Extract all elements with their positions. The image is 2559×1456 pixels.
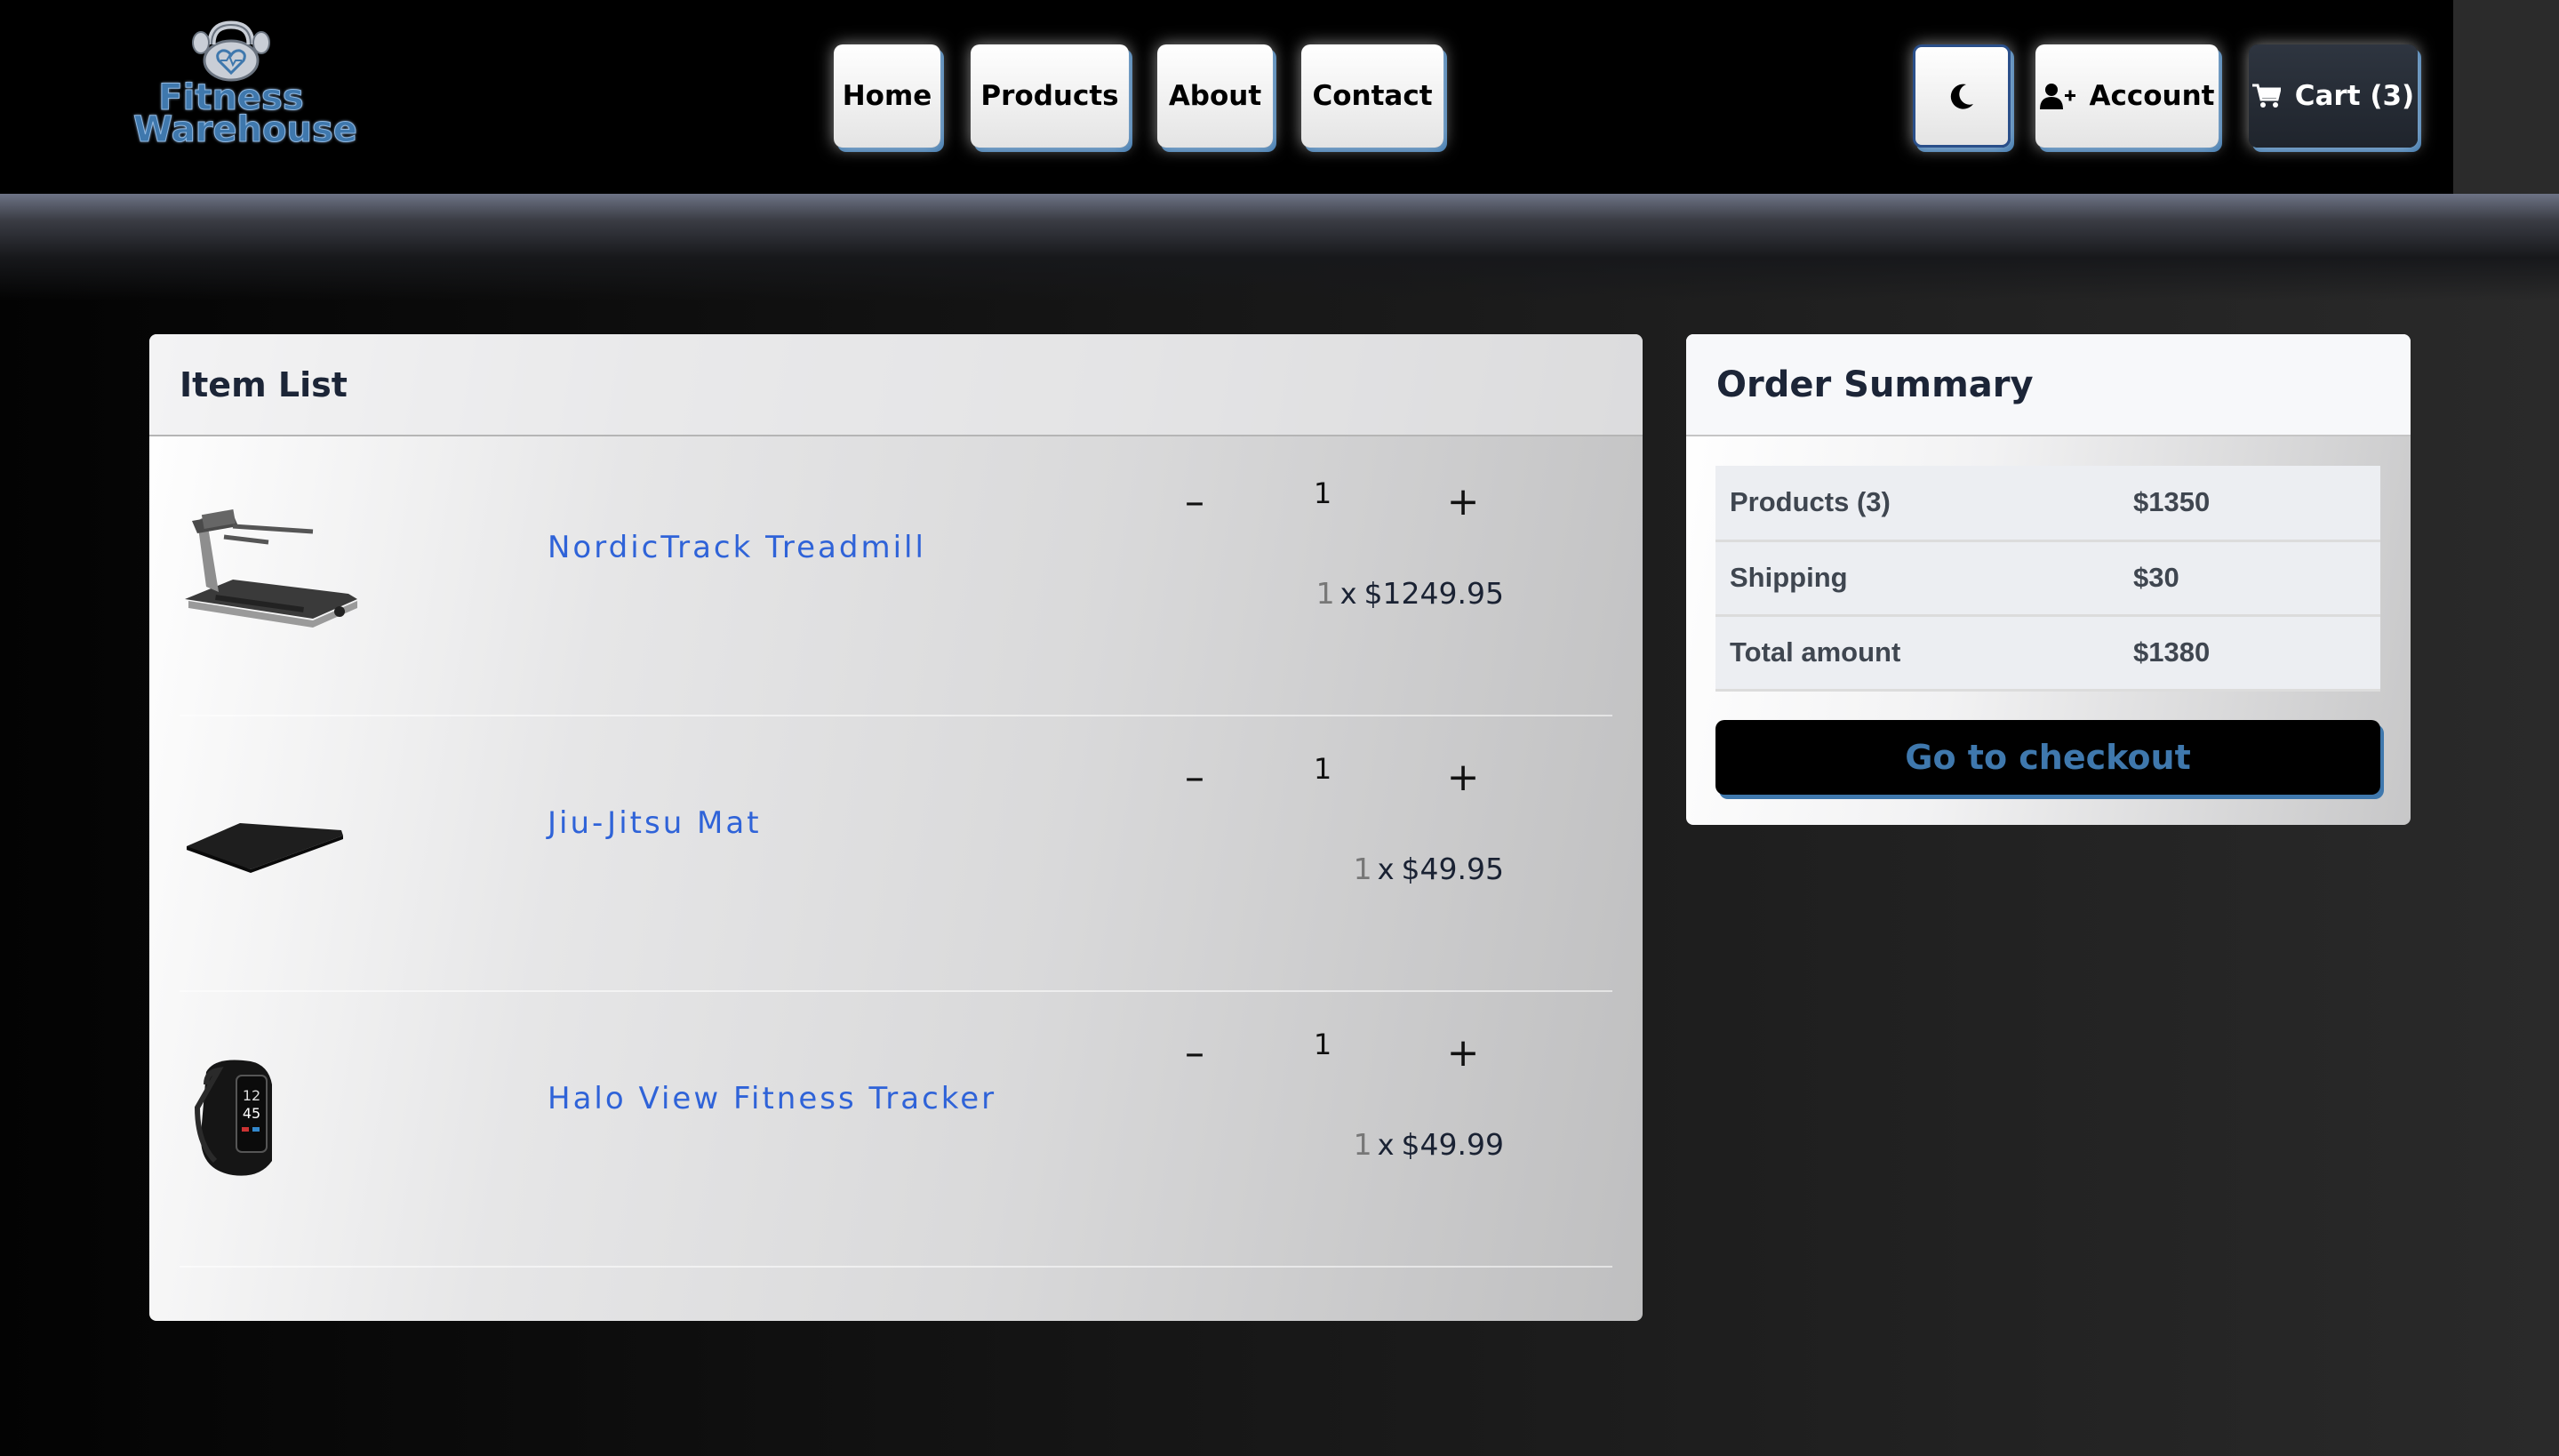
nav-products-button[interactable]: Products [971,44,1129,148]
summary-value: $1380 [2133,615,2380,692]
summary-label: Products (3) [1715,466,2133,542]
checkout-button[interactable]: Go to checkout [1715,720,2380,795]
item-price-line: 1 x $49.99 [1148,1127,1504,1162]
nav-about-button[interactable]: About [1157,44,1273,148]
item-price-line: 1 x $1249.95 [1148,576,1504,611]
item-price-line: 1 x $49.95 [1148,852,1504,886]
item-count: 1 [1353,852,1372,886]
mat-image [180,770,366,912]
times-sign: x [1377,1128,1395,1162]
item-name-link[interactable]: Jiu-Jitsu Mat [548,805,762,841]
decrease-quantity-button[interactable]: – [1168,750,1221,804]
item-name-link[interactable]: NordicTrack Treadmill [548,530,926,565]
item-price: $1249.95 [1363,576,1504,611]
summary-row-products: Products (3) $1350 [1715,466,2380,542]
item-list-card: Item List NordicTrack Treadmill – + 1x$1… [149,334,1643,1321]
account-label: Account [2089,80,2215,112]
order-summary-card: Order Summary Products (3) $1350 Shippin… [1686,334,2411,825]
item-count: 1 [1315,576,1335,611]
item-price: $49.99 [1401,1127,1504,1162]
cart-icon [2251,84,2281,108]
times-sign: x [1377,852,1395,886]
order-summary-title: Order Summary [1716,364,2034,405]
tracker-hours: 12 [243,1087,260,1104]
item-list-header: Item List [149,334,1643,436]
navbar-glow [0,194,2559,300]
quantity-input[interactable] [1278,471,1367,516]
brand-logo[interactable]: Fitness Warehouse [133,20,358,162]
fitness-tracker-image: 12 45 [180,1045,366,1188]
times-sign: x [1339,577,1357,611]
nav-contact-button[interactable]: Contact [1301,44,1443,148]
increase-quantity-button[interactable]: + [1436,750,1490,804]
navbar: Fitness Warehouse Home Products About Co… [0,0,2453,194]
summary-row-shipping: Shipping $30 [1715,540,2380,617]
quantity-input[interactable] [1278,747,1367,791]
increase-quantity-button[interactable]: + [1436,475,1490,528]
dark-mode-toggle[interactable] [1913,44,2011,148]
quantity-input[interactable] [1278,1022,1367,1067]
summary-value: $30 [2133,540,2380,617]
summary-value: $1350 [2133,466,2380,542]
cart-item-row: Jiu-Jitsu Mat – + 1x$49.95 [180,716,1612,992]
order-summary-header: Order Summary [1686,334,2411,436]
item-list-title: Item List [180,364,348,404]
item-price: $49.95 [1401,852,1504,886]
tracker-minutes: 45 [243,1105,260,1122]
cart-button[interactable]: Cart (3) [2249,44,2418,148]
item-count: 1 [1353,1127,1372,1162]
decrease-quantity-button[interactable]: – [1168,475,1221,528]
increase-quantity-button[interactable]: + [1436,1026,1490,1079]
item-name-link[interactable]: Halo View Fitness Tracker [548,1081,996,1116]
user-plus-icon [2039,84,2075,109]
brand-name-line2: Warehouse [133,109,358,150]
order-summary-table: Products (3) $1350 Shipping $30 Total am… [1715,466,2380,692]
cart-label: Cart (3) [2294,80,2415,112]
cart-item-row: 12 45 Halo View Fitness Tracker – + 1x$4… [180,992,1612,1268]
summary-label: Total amount [1715,615,2133,692]
summary-row-total: Total amount $1380 [1715,615,2380,692]
kettlebell-heart-icon [192,20,270,82]
cart-item-row: NordicTrack Treadmill – + 1x$1249.95 [180,441,1612,716]
nav-home-button[interactable]: Home [834,44,940,148]
decrease-quantity-button[interactable]: – [1168,1026,1221,1079]
moon-icon [1950,84,1973,109]
summary-label: Shipping [1715,540,2133,617]
navbar-side-strip [2453,0,2559,194]
treadmill-image [180,494,366,636]
account-button[interactable]: Account [2035,44,2219,148]
